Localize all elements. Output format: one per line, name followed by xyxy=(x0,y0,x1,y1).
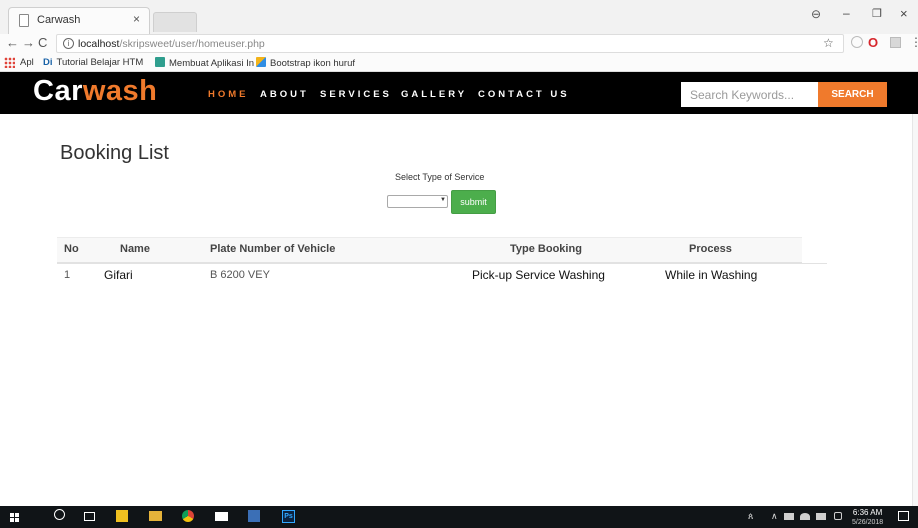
col-no: No xyxy=(64,243,79,255)
new-tab-button[interactable] xyxy=(153,12,197,32)
select-arrow-icon: ▼ xyxy=(440,197,446,203)
network-icon[interactable] xyxy=(784,513,794,520)
service-filter-label: Select Type of Service xyxy=(395,172,485,182)
cloud-icon[interactable] xyxy=(800,513,810,520)
bookmark-label: Bootstrap ikon huruf xyxy=(270,58,356,69)
account-icon[interactable]: ⊖ xyxy=(811,7,821,21)
submit-button[interactable]: submit xyxy=(451,190,496,214)
browser-tab[interactable]: Carwash × xyxy=(8,7,150,34)
system-clock[interactable]: 6:36 AM 5/26/2018 xyxy=(852,508,883,528)
reload-icon[interactable]: C xyxy=(38,35,47,50)
windows-taskbar: Ps ጰ ∧ 6:36 AM 5/26/2018 xyxy=(0,506,918,528)
notifications-icon[interactable] xyxy=(898,511,909,521)
tab-close-icon[interactable]: × xyxy=(133,12,140,26)
col-process: Process xyxy=(689,243,732,255)
bookmark-membuat-aplikasi[interactable]: Membuat Aplikasi In xyxy=(155,57,254,69)
col-name: Name xyxy=(120,243,150,255)
col-plate-number: Plate Number of Vehicle xyxy=(210,243,336,255)
file-explorer-icon[interactable] xyxy=(149,511,162,521)
page-title: Booking List xyxy=(60,142,169,164)
tray-chevron-icon[interactable]: ∧ xyxy=(771,511,778,522)
apps-grid-icon[interactable] xyxy=(4,57,15,68)
minimize-button[interactable]: – xyxy=(843,6,850,20)
store-icon[interactable] xyxy=(116,510,128,522)
bookmark-star-icon[interactable]: ☆ xyxy=(823,36,834,50)
di-icon: Di xyxy=(43,57,53,68)
search-button[interactable]: SEARCH xyxy=(818,82,887,107)
close-window-button[interactable]: × xyxy=(900,6,908,21)
cell-process: While in Washing xyxy=(665,268,758,282)
cell-name: Gifari xyxy=(104,268,133,282)
windows-start-icon[interactable] xyxy=(10,513,19,522)
battery-icon[interactable] xyxy=(816,513,826,520)
bookmark-label: Tutorial Belajar HTM xyxy=(56,57,144,68)
search-input[interactable] xyxy=(681,82,818,107)
url-path: /skripsweet/user/homeuser.php xyxy=(119,38,265,50)
clock-time: 6:36 AM xyxy=(852,508,883,517)
people-icon[interactable]: ጰ xyxy=(748,511,753,522)
logo-part-wash: wash xyxy=(82,75,158,107)
service-type-select[interactable] xyxy=(387,195,448,208)
chrome-icon[interactable] xyxy=(182,510,194,522)
search-icon[interactable] xyxy=(54,509,65,520)
page-scrollbar[interactable] xyxy=(912,114,918,506)
browser-titlebar: Carwash × ⊖ – ❐ × xyxy=(0,0,918,34)
nav-home[interactable]: HOME xyxy=(208,89,249,100)
screen: Carwash × ⊖ – ❐ × ← → C i localhost/skri… xyxy=(0,0,918,528)
cell-type-booking: Pick-up Service Washing xyxy=(472,268,605,282)
url-host: localhost xyxy=(78,38,120,50)
site-info-icon[interactable]: i xyxy=(63,38,74,49)
bookmark-bootstrap[interactable]: Bootstrap ikon huruf xyxy=(256,57,355,69)
nav-gallery[interactable]: GALLERY xyxy=(401,89,467,100)
bookmark-apl[interactable]: Apl xyxy=(20,57,34,68)
forward-icon[interactable]: → xyxy=(22,35,35,50)
browser-toolbar: ← → C i localhost/skripsweet/user/homeus… xyxy=(0,34,918,54)
doc-icon xyxy=(155,57,165,67)
table-divider xyxy=(57,263,827,264)
maximize-button[interactable]: ❐ xyxy=(872,7,882,20)
opera-extension-icon[interactable]: O xyxy=(868,35,878,50)
site-header: Carwash HOME ABOUT SERVICES GALLERY CONT… xyxy=(0,72,918,114)
bookmark-tutorial-html[interactable]: Di Tutorial Belajar HTM xyxy=(43,57,143,68)
bookmark-label: Apl xyxy=(20,57,34,68)
cell-no: 1 xyxy=(64,269,71,281)
volume-icon[interactable] xyxy=(834,512,842,520)
col-type-booking: Type Booking xyxy=(510,243,582,255)
photos-icon[interactable] xyxy=(248,510,260,522)
task-view-icon[interactable] xyxy=(84,512,95,521)
nav-contact-us[interactable]: CONTACT US xyxy=(478,89,570,100)
extension-square-icon[interactable] xyxy=(890,37,901,48)
page-icon xyxy=(19,14,29,27)
nav-about[interactable]: ABOUT xyxy=(260,89,309,100)
url-text: localhost/skripsweet/user/homeuser.php xyxy=(78,38,265,50)
carwash-logo[interactable]: Carwash xyxy=(33,75,157,108)
bookmark-label: Membuat Aplikasi In xyxy=(169,58,255,69)
extension-icon[interactable] xyxy=(851,36,863,48)
clock-date: 5/26/2018 xyxy=(852,519,884,526)
bookmarks-bar: Apl Di Tutorial Belajar HTM Membuat Aplik… xyxy=(0,54,918,72)
cell-plate-number: B 6200 VEY xyxy=(210,269,270,281)
mail-icon[interactable] xyxy=(215,512,228,521)
browser-menu-icon[interactable]: ⋮ xyxy=(910,35,918,49)
colorful-icon xyxy=(256,57,266,67)
nav-services[interactable]: SERVICES xyxy=(320,89,392,100)
logo-part-car: Car xyxy=(33,75,83,107)
tab-title: Carwash xyxy=(37,14,81,26)
back-icon[interactable]: ← xyxy=(6,35,19,50)
photoshop-icon[interactable]: Ps xyxy=(282,510,295,523)
address-bar[interactable]: i localhost/skripsweet/user/homeuser.php… xyxy=(56,34,844,53)
